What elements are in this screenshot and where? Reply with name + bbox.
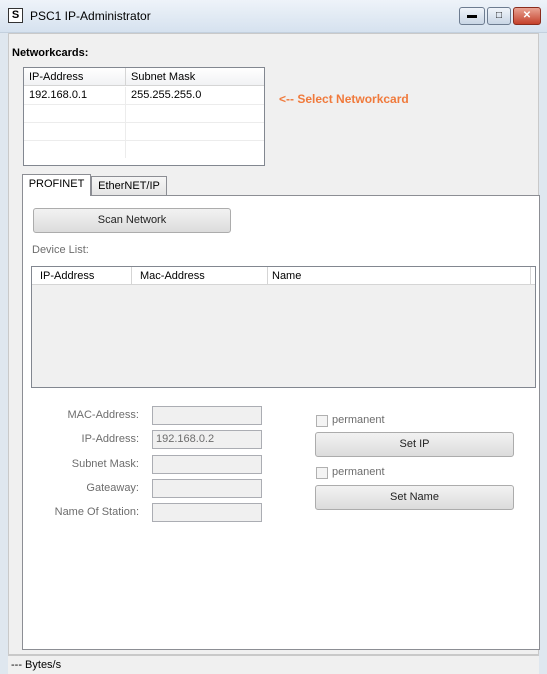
networkcard-subnet-cell: 255.255.255.0: [131, 89, 202, 101]
mac-address-label: MAC-Address:: [67, 409, 139, 421]
column-header-name[interactable]: Name: [268, 267, 531, 285]
networkcards-grid[interactable]: IP-Address Subnet Mask 192.168.0.1 255.2…: [23, 67, 265, 166]
networkcard-ip-cell: 192.168.0.1: [24, 87, 126, 104]
gateway-field[interactable]: [152, 479, 262, 498]
device-list-label: Device List:: [32, 244, 89, 256]
column-header-ip-address[interactable]: IP-Address: [32, 267, 132, 285]
permanent-ip-checkbox[interactable]: [316, 415, 328, 427]
permanent-name-label: permanent: [332, 466, 385, 478]
maximize-button[interactable]: □: [487, 7, 511, 25]
window-title: PSC1 IP-Administrator: [30, 9, 151, 23]
column-header-subnet-mask[interactable]: Subnet Mask: [126, 68, 264, 86]
ip-address-field[interactable]: 192.168.0.2: [152, 430, 262, 449]
select-networkcard-hint: <-- Select Networkcard: [279, 92, 409, 106]
tab-profinet[interactable]: PROFINET: [22, 174, 91, 196]
set-name-button[interactable]: Set Name: [315, 485, 514, 510]
set-ip-button[interactable]: Set IP: [315, 432, 514, 457]
name-of-station-field[interactable]: [152, 503, 262, 522]
subnet-mask-field[interactable]: [152, 455, 262, 474]
column-header-ip-address[interactable]: IP-Address: [24, 68, 126, 86]
status-bar: --- Bytes/s: [8, 655, 539, 674]
profinet-tab-panel: Scan Network Device List: IP-Address Mac…: [22, 195, 540, 650]
app-icon: S: [8, 8, 23, 23]
scan-network-button[interactable]: Scan Network: [33, 208, 231, 233]
ip-address-label: IP-Address:: [81, 433, 139, 445]
tab-ethernet-ip[interactable]: EtherNET/IP: [91, 176, 167, 196]
title-bar[interactable]: S PSC1 IP-Administrator ▬ □ ✕: [0, 0, 547, 33]
device-list-header: IP-Address Mac-Address Name: [32, 267, 535, 285]
main-client-area: Networkcards: IP-Address Subnet Mask 192…: [8, 33, 540, 655]
device-list[interactable]: IP-Address Mac-Address Name: [31, 266, 536, 388]
table-row-empty: [24, 123, 264, 141]
minimize-button[interactable]: ▬: [459, 7, 485, 25]
table-row-empty: [24, 141, 264, 158]
empty-cell: [24, 123, 126, 140]
gateway-label: Gateaway:: [86, 482, 139, 494]
networkcards-grid-header: IP-Address Subnet Mask: [24, 68, 264, 86]
table-row[interactable]: 192.168.0.1 255.255.255.0: [24, 87, 264, 105]
networkcards-label: Networkcards:: [12, 47, 89, 59]
empty-cell: [24, 105, 126, 122]
empty-cell: [24, 141, 126, 158]
permanent-name-checkbox[interactable]: [316, 467, 328, 479]
column-header-mac-address[interactable]: Mac-Address: [132, 267, 268, 285]
permanent-ip-label: permanent: [332, 414, 385, 426]
table-row-empty: [24, 105, 264, 123]
mac-address-field[interactable]: [152, 406, 262, 425]
subnet-mask-label: Subnet Mask:: [71, 458, 139, 470]
bytes-per-second-status: --- Bytes/s: [11, 659, 62, 671]
name-of-station-label: Name Of Station:: [54, 506, 139, 518]
close-button[interactable]: ✕: [513, 7, 541, 25]
